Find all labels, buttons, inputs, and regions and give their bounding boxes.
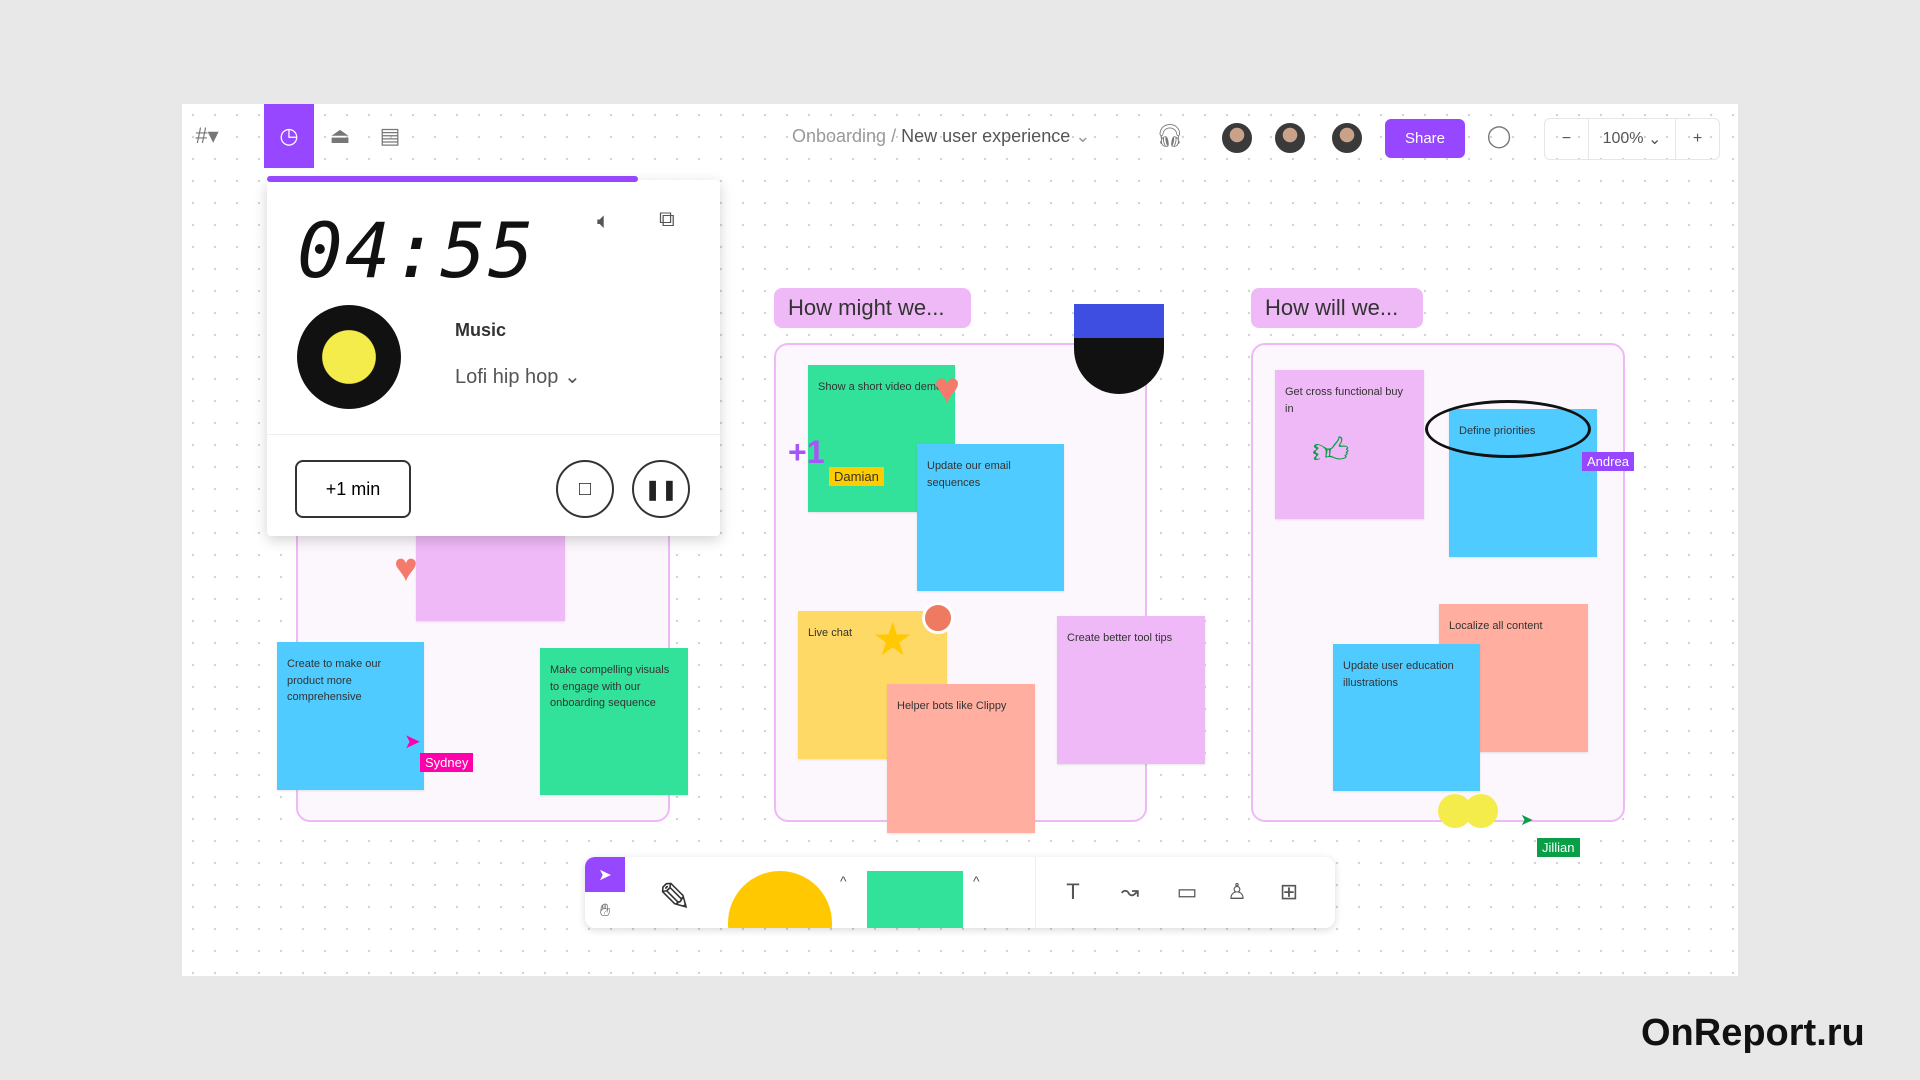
timer-icon[interactable]: ◷ xyxy=(264,104,314,168)
sticky-note[interactable]: Create better tool tips xyxy=(1057,616,1205,764)
heart-sticker: ♥ xyxy=(394,546,418,590)
sticky-note[interactable]: Create to make our product more comprehe… xyxy=(277,642,424,790)
add-minute-button[interactable]: +1 min xyxy=(295,460,411,518)
chevron-up-icon[interactable]: ^ xyxy=(973,873,980,889)
headphones-icon[interactable]: 🎧︎ xyxy=(1150,104,1190,168)
cursor-label-jillian: Jillian xyxy=(1537,838,1580,857)
breadcrumb-parent[interactable]: Onboarding xyxy=(792,126,886,146)
bottom-toolbar: ➤ ✋︎ ✎ ^ ^ T ↝ ▭ ♙ ⊞ xyxy=(585,857,1335,928)
timer-display: 04:55 xyxy=(297,206,536,295)
zoom-level-dropdown[interactable]: 100% ⌄ xyxy=(1589,119,1675,159)
chevron-up-icon[interactable]: ^ xyxy=(840,873,847,889)
connector-tool-icon[interactable]: ↝ xyxy=(1103,871,1157,913)
thumbs-up-sticker: 👍︎ xyxy=(1312,430,1350,471)
cursor-icon: ➤ xyxy=(1520,812,1534,829)
select-tool-icon[interactable]: ➤ xyxy=(585,857,625,892)
divider xyxy=(1035,857,1036,928)
stamp-tool-icon[interactable]: ♙ xyxy=(1217,871,1257,913)
main-menu-icon[interactable]: #▾ xyxy=(182,104,232,168)
divider xyxy=(267,434,720,435)
zoom-out-button[interactable]: − xyxy=(1545,119,1589,159)
timer-panel: 04:55 🔈︎ ⧉ Music Lofi hip hop ⌄ +1 min □… xyxy=(267,176,720,536)
stop-icon: □ xyxy=(578,477,592,500)
avatar[interactable] xyxy=(1330,121,1364,155)
sticky-note[interactable]: Helper bots like Clippy xyxy=(887,684,1035,833)
sticky-note-tool-icon[interactable] xyxy=(867,871,963,928)
watermark: OnReport.ru xyxy=(1641,1012,1865,1054)
genre-value: Lofi hip hop xyxy=(455,366,559,388)
breadcrumb-separator: / xyxy=(891,126,897,146)
stamp-icon[interactable]: ⏏ xyxy=(315,104,365,168)
avatar[interactable] xyxy=(1273,121,1307,155)
star-sticker: ★ xyxy=(872,613,914,665)
music-genre-dropdown[interactable]: Lofi hip hop ⌄ xyxy=(455,364,581,389)
fruit-bowl-sticker xyxy=(1074,304,1164,394)
cursor-icon: ➤ xyxy=(404,731,421,753)
text-tool-icon[interactable]: T xyxy=(1053,871,1093,913)
share-button[interactable]: Share xyxy=(1385,119,1465,158)
zoom-level: 100% xyxy=(1602,130,1644,147)
hand-tool-icon[interactable]: ✋︎ xyxy=(585,892,625,928)
pause-button[interactable]: ❚❚ xyxy=(632,460,690,518)
music-label: Music xyxy=(455,320,507,340)
section-tool-icon[interactable]: ▭ xyxy=(1167,871,1207,913)
comment-icon[interactable]: ◯ xyxy=(1479,104,1519,168)
chevron-down-icon: ⌄ xyxy=(563,366,581,388)
breadcrumb-current[interactable]: New user experience xyxy=(901,126,1070,146)
whiteboard-canvas[interactable]: #▾ ◷ ⏏ ▤ Onboarding / New user experienc… xyxy=(182,104,1738,976)
avatar[interactable] xyxy=(1220,121,1254,155)
sticky-note[interactable]: Update user education illustrations xyxy=(1333,644,1480,791)
layout-icon[interactable]: ▤ xyxy=(365,104,415,168)
zoom-control: − 100% ⌄ + xyxy=(1544,118,1720,160)
pen-tool-icon[interactable]: ✎ xyxy=(655,867,695,928)
sticky-note[interactable]: Make compelling visuals to engage with o… xyxy=(540,648,688,795)
cursor-label-sydney: Sydney xyxy=(420,753,474,772)
ellipse-drawing[interactable] xyxy=(1425,400,1591,458)
section-header[interactable]: How will we... xyxy=(1251,288,1423,328)
stop-button[interactable]: □ xyxy=(556,460,614,518)
minimize-icon[interactable]: ⧉ xyxy=(659,206,675,232)
cursor-label-andrea: Andrea xyxy=(1582,452,1634,471)
widgets-tool-icon[interactable]: ⊞ xyxy=(1267,871,1311,913)
vinyl-record-icon xyxy=(297,305,401,409)
cherry-sticker xyxy=(1438,794,1472,828)
heart-sticker: ♥ xyxy=(934,364,961,413)
pause-icon: ❚❚ xyxy=(644,478,678,501)
zoom-in-button[interactable]: + xyxy=(1675,119,1719,159)
plus-one-sticker: +1 xyxy=(788,434,825,470)
shape-tool-icon[interactable] xyxy=(728,871,832,928)
dot-sticker xyxy=(922,602,954,634)
volume-icon[interactable]: 🔈︎ xyxy=(597,208,610,234)
chevron-down-icon: ⌄ xyxy=(1075,126,1091,146)
top-bar: #▾ ◷ ⏏ ▤ Onboarding / New user experienc… xyxy=(182,104,1738,172)
timer-progress-bar xyxy=(267,176,639,182)
cursor-label-damian: Damian xyxy=(829,467,884,486)
sticky-note[interactable]: Update our email sequences xyxy=(917,444,1064,591)
breadcrumb[interactable]: Onboarding / New user experience ⌄ xyxy=(792,126,1090,147)
section-header[interactable]: How might we... xyxy=(774,288,971,328)
